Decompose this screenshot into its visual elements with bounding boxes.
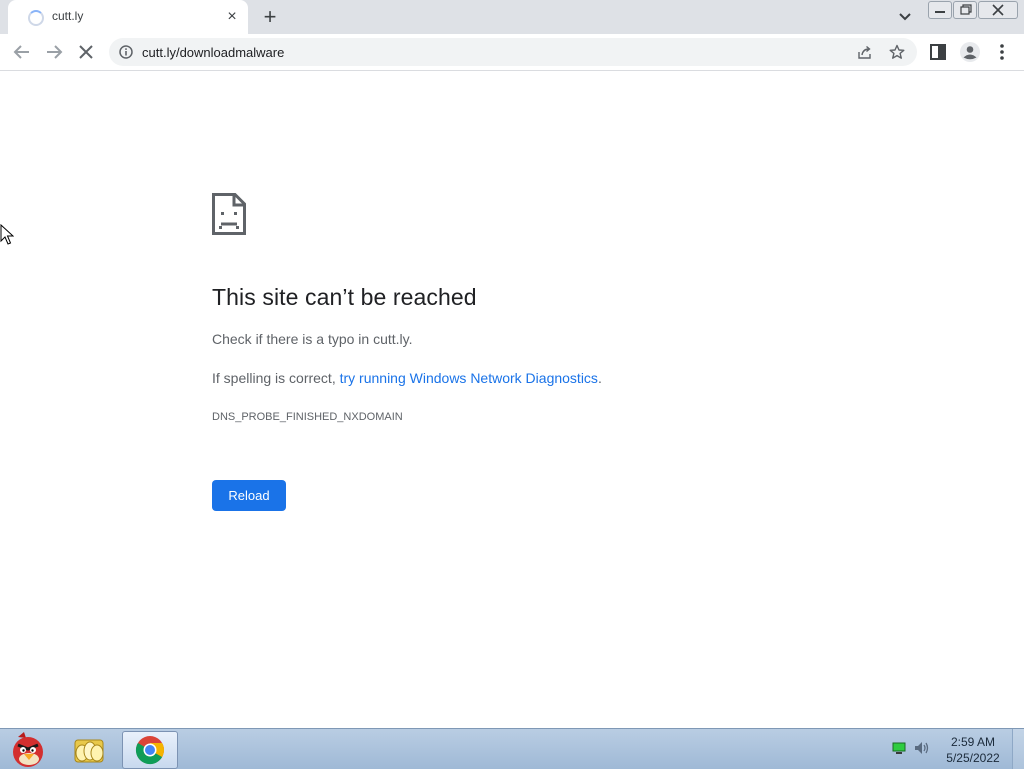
error-code: DNS_PROBE_FINISHED_NXDOMAIN [212,411,403,423]
error-title: This site can’t be reached [212,284,477,310]
spelling-hint-suffix: . [597,370,602,386]
taskbar-app-file-explorer[interactable] [62,731,116,767]
new-tab-button[interactable]: + [258,5,282,29]
network-diagnostics-link[interactable]: try running Windows Network Diagnostics [340,370,598,386]
volume-icon[interactable] [914,741,930,755]
spelling-hint-prefix: If spelling is correct, [212,370,340,386]
restore-button[interactable] [953,1,977,19]
tab-title: cutt.ly [52,9,84,23]
minimize-button[interactable] [928,1,952,19]
taskbar-app-chrome[interactable] [122,731,178,769]
angry-birds-icon [13,732,43,767]
share-icon[interactable] [857,44,873,60]
browser-tab[interactable]: cutt.ly × [8,0,248,34]
chrome-icon [135,736,164,765]
file-explorer-icon [74,739,104,763]
side-panel-icon[interactable] [926,40,950,64]
reload-button[interactable]: Reload [212,480,286,511]
clock-time: 2:59 AM [950,735,996,749]
typo-hint: Check if there is a typo in cutt.ly. [212,331,413,347]
tab-strip: cutt.ly × + [0,0,1024,34]
network-icon[interactable] [892,741,906,755]
sad-page-icon [212,193,246,235]
profile-avatar-icon[interactable] [958,40,982,64]
taskbar-app-angry-birds[interactable] [2,731,56,767]
menu-kebab-icon[interactable] [990,40,1014,64]
system-clock[interactable]: 2:59 AM 5/25/2022 [940,734,1006,766]
site-info-icon[interactable] [119,45,133,59]
spelling-hint: If spelling is correct, try running Wind… [212,370,602,386]
mouse-pointer-icon [0,224,14,245]
browser-toolbar: cutt.ly/downloadmalware [0,34,1024,71]
back-arrow-icon[interactable] [10,40,34,64]
tab-close-button[interactable]: × [222,7,242,27]
tab-search-chevron-icon[interactable] [895,8,915,26]
loading-spinner-icon [28,10,44,26]
address-bar[interactable]: cutt.ly/downloadmalware [109,38,917,66]
taskbar: 2:59 AM 5/25/2022 [0,728,1024,769]
stop-loading-icon[interactable] [74,40,98,64]
clock-date: 5/25/2022 [946,751,1000,765]
bookmark-star-icon[interactable] [889,44,905,60]
show-desktop-button[interactable] [1012,729,1024,769]
url-text: cutt.ly/downloadmalware [142,45,285,60]
forward-arrow-icon[interactable] [42,40,66,64]
close-window-button[interactable] [978,1,1018,19]
